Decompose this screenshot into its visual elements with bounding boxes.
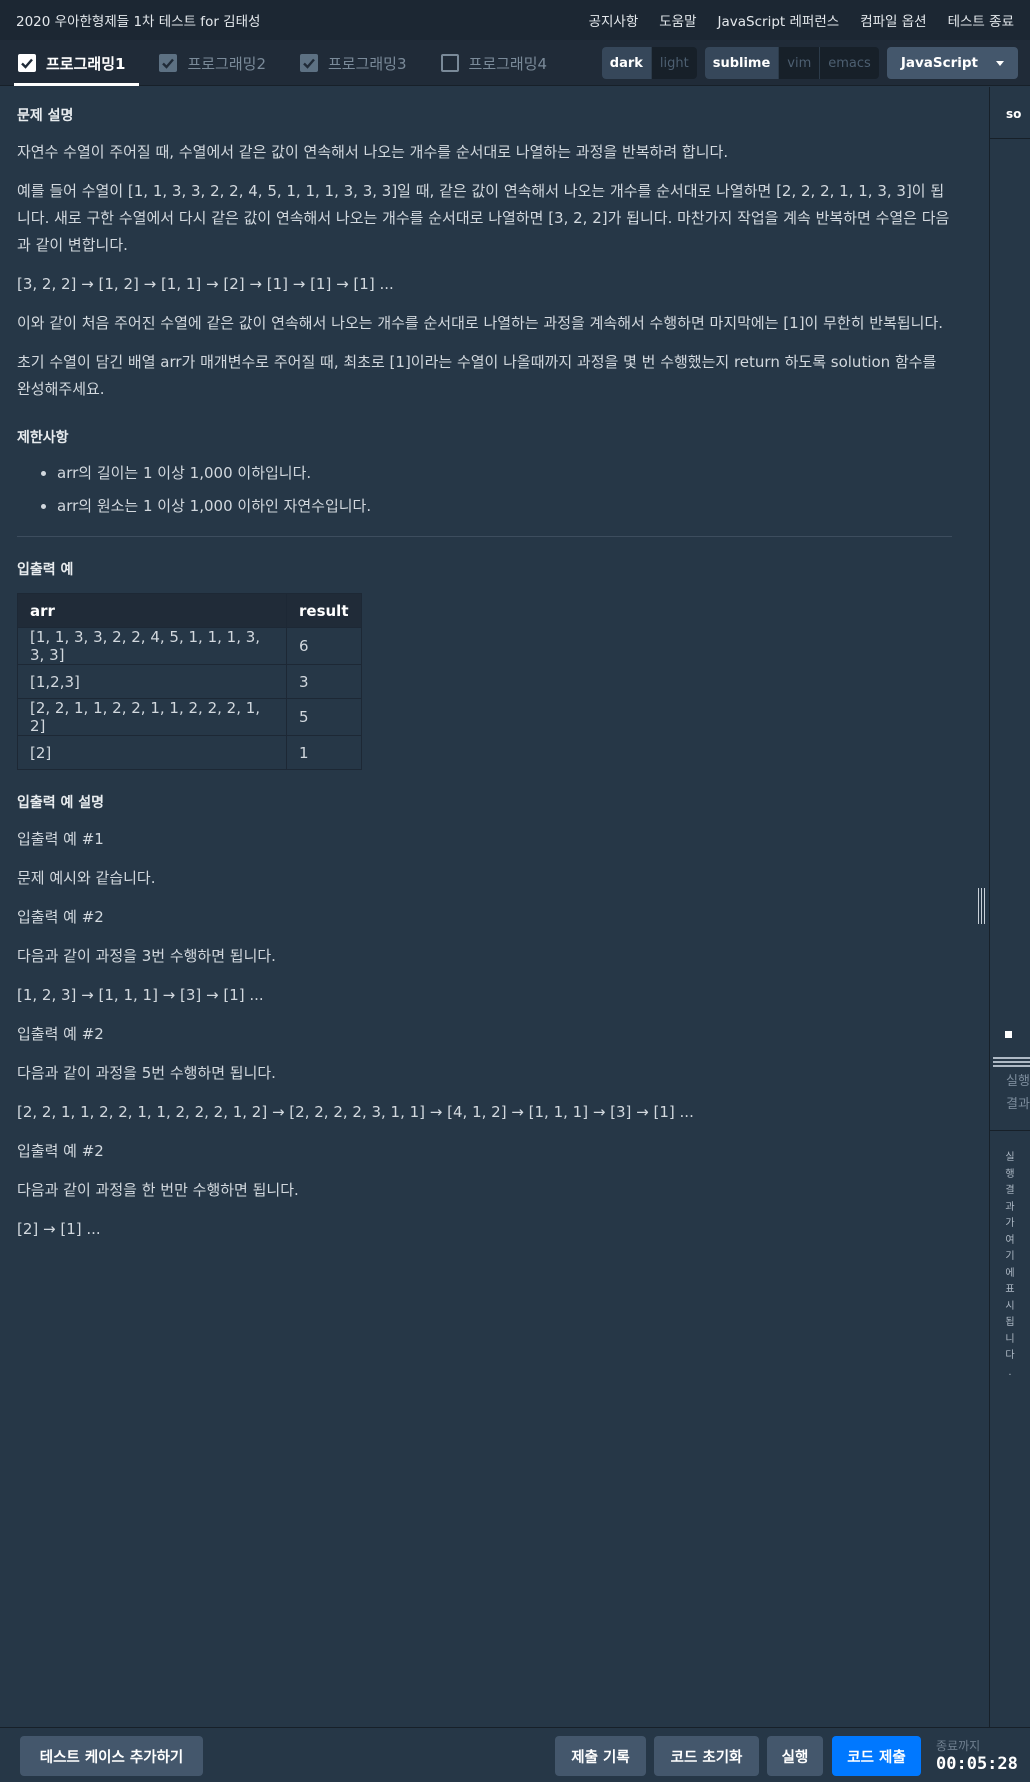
divider bbox=[990, 1130, 1030, 1131]
explanation-paragraph: [2] → [1] ... bbox=[17, 1220, 101, 1238]
tab-result[interactable]: 결과 bbox=[1006, 1093, 1030, 1112]
description-paragraph: 초기 수열이 담긴 배열 arr가 매개변수로 주어질 때, 최초로 [1]이라… bbox=[17, 353, 937, 398]
checkbox-checked-icon bbox=[159, 54, 178, 72]
table-cell: 5 bbox=[286, 698, 362, 736]
editor-panel: so 실행 결과 실행결과가여기에표시됩니다. bbox=[989, 87, 1030, 1727]
help-link[interactable]: 도움말 bbox=[659, 10, 696, 30]
keymap-sublime-option[interactable]: sublime bbox=[704, 47, 779, 79]
add-testcase-button[interactable]: 테스트 케이스 추가하기 bbox=[20, 1736, 203, 1776]
table-cell: 3 bbox=[286, 664, 362, 699]
language-dropdown[interactable]: JavaScript bbox=[886, 47, 1018, 79]
editor-header: so bbox=[990, 87, 1030, 139]
panel-resize-handle[interactable] bbox=[976, 888, 986, 924]
explanation-paragraph: 다음과 같이 과정을 5번 수행하면 됩니다. bbox=[17, 1064, 276, 1082]
description-paragraph: [3, 2, 2] → [1, 2] → [1, 1] → [2] → [1] … bbox=[17, 275, 394, 293]
table-cell: [1,2,3] bbox=[17, 664, 287, 699]
javascript-reference-link[interactable]: JavaScript 레퍼런스 bbox=[718, 10, 840, 30]
problem-description: 문제 설명 자연수 수열이 주어질 때, 수열에서 같은 값이 연속해서 나오는… bbox=[0, 87, 988, 1727]
constraints-heading: 제한사항 bbox=[17, 430, 69, 446]
problem-heading: 문제 설명 bbox=[17, 108, 74, 124]
tab-run[interactable]: 실행 bbox=[1006, 1070, 1030, 1089]
keymap-vim-option[interactable]: vim bbox=[778, 47, 819, 79]
test-title: 2020 우아한형제들 1차 테스트 for 김태성 bbox=[16, 14, 261, 30]
tab-programming-2[interactable]: 프로그래밍2 bbox=[141, 40, 282, 86]
explanation-paragraph: [2, 2, 1, 1, 2, 2, 1, 1, 2, 2, 2, 1, 2] … bbox=[17, 1103, 694, 1121]
problem-tab-bar: 프로그래밍1 프로그래밍2 프로그래밍3 프로그래밍4 dark light s… bbox=[0, 40, 1030, 86]
table-row: [1,2,3] 3 bbox=[17, 664, 362, 699]
end-test-link[interactable]: 테스트 종료 bbox=[948, 10, 1014, 30]
explanation-paragraph: 문제 예시와 같습니다. bbox=[17, 869, 156, 887]
cursor-marker bbox=[1005, 1031, 1012, 1038]
description-paragraph: 이와 같이 처음 주어진 수열에 같은 값이 연속해서 나오는 개수를 순서대로… bbox=[17, 314, 944, 332]
table-row: [2] 1 bbox=[17, 735, 362, 770]
explanation-paragraph: 입출력 예 #2 bbox=[17, 908, 104, 926]
explanation-paragraph: 입출력 예 #1 bbox=[17, 830, 104, 848]
bottom-action-bar: 테스트 케이스 추가하기 제출 기록 코드 초기화 실행 코드 제출 종료까지 … bbox=[0, 1727, 1030, 1782]
table-header-row: arr result bbox=[17, 593, 362, 628]
run-button[interactable]: 실행 bbox=[767, 1736, 823, 1776]
theme-dark-option[interactable]: dark bbox=[601, 47, 651, 79]
constraint-item: arr의 원소는 1 이상 1,000 이하인 자연수입니다. bbox=[57, 494, 952, 518]
description-paragraph: 자연수 수열이 주어질 때, 수열에서 같은 값이 연속해서 나오는 개수를 순… bbox=[17, 143, 729, 161]
theme-light-option[interactable]: light bbox=[650, 47, 697, 79]
checkbox-unchecked-icon bbox=[440, 54, 459, 72]
description-paragraph: 예를 들어 수열이 [1, 1, 3, 3, 2, 2, 4, 5, 1, 1,… bbox=[17, 182, 950, 254]
output-placeholder: 실행결과가여기에표시됩니다. bbox=[1005, 1152, 1015, 1378]
tab-programming-1[interactable]: 프로그래밍1 bbox=[0, 40, 141, 86]
constraints-list: arr의 길이는 1 이상 1,000 이하입니다. arr의 원소는 1 이상… bbox=[57, 461, 952, 518]
top-nav-links: 공지사항 도움말 JavaScript 레퍼런스 컴파일 옵션 테스트 종료 bbox=[589, 10, 1014, 30]
explanation-heading: 입출력 예 설명 bbox=[17, 795, 105, 811]
tab-programming-3[interactable]: 프로그래밍3 bbox=[282, 40, 423, 86]
table-cell: [1, 1, 3, 3, 2, 2, 4, 5, 1, 1, 1, 3, 3, … bbox=[17, 627, 287, 665]
column-header: arr bbox=[17, 593, 287, 628]
table-cell: 6 bbox=[286, 627, 362, 665]
constraint-item: arr의 길이는 1 이상 1,000 이하입니다. bbox=[57, 461, 952, 485]
top-nav: 2020 우아한형제들 1차 테스트 for 김태성 공지사항 도움말 Java… bbox=[0, 0, 1030, 40]
output-resize-handle[interactable] bbox=[993, 1057, 1030, 1069]
explanation-paragraph: 입출력 예 #2 bbox=[17, 1142, 104, 1160]
theme-toggle: dark light bbox=[601, 47, 697, 79]
table-cell: [2] bbox=[17, 735, 287, 770]
caret-down-icon bbox=[996, 60, 1004, 66]
reset-code-button[interactable]: 코드 초기화 bbox=[654, 1736, 759, 1776]
checkbox-checked-icon bbox=[18, 54, 36, 72]
language-label: JavaScript bbox=[900, 55, 978, 71]
tab-label: 프로그래밍2 bbox=[187, 54, 266, 73]
notice-link[interactable]: 공지사항 bbox=[589, 10, 639, 30]
examples-heading: 입출력 예 bbox=[17, 562, 74, 578]
submit-history-button[interactable]: 제출 기록 bbox=[555, 1736, 646, 1776]
tab-label: 프로그래밍4 bbox=[468, 54, 548, 73]
examples-table: arr result [1, 1, 3, 3, 2, 2, 4, 5, 1, 1… bbox=[17, 593, 362, 770]
table-cell: 1 bbox=[286, 735, 362, 770]
tab-programming-4[interactable]: 프로그래밍4 bbox=[423, 40, 564, 86]
submit-code-button[interactable]: 코드 제출 bbox=[832, 1736, 921, 1776]
tab-label: 프로그래밍3 bbox=[327, 54, 407, 73]
explanation-paragraph: 다음과 같이 과정을 한 번만 수행하면 됩니다. bbox=[17, 1181, 299, 1199]
timer-label: 종료까지 bbox=[936, 1739, 981, 1753]
keymap-emacs-option[interactable]: emacs bbox=[819, 47, 879, 79]
tab-label: 프로그래밍1 bbox=[46, 54, 126, 73]
explanation-paragraph: [1, 2, 3] → [1, 1, 1] → [3] → [1] ... bbox=[17, 986, 264, 1004]
table-row: [2, 2, 1, 1, 2, 2, 1, 1, 2, 2, 2, 1, 2] … bbox=[17, 698, 362, 736]
table-row: [1, 1, 3, 3, 2, 2, 4, 5, 1, 1, 1, 3, 3, … bbox=[17, 627, 362, 665]
keymap-toggle: sublime vim emacs bbox=[704, 47, 879, 79]
countdown-timer: 00:05:28 bbox=[936, 1754, 1018, 1774]
compile-options-link[interactable]: 컴파일 옵션 bbox=[860, 10, 926, 30]
checkbox-checked-icon bbox=[299, 54, 318, 72]
column-header: result bbox=[286, 593, 362, 628]
section-divider bbox=[17, 536, 952, 537]
table-cell: [2, 2, 1, 1, 2, 2, 1, 1, 2, 2, 2, 1, 2] bbox=[17, 698, 287, 736]
explanation-paragraph: 입출력 예 #2 bbox=[17, 1025, 104, 1043]
explanation-paragraph: 다음과 같이 과정을 3번 수행하면 됩니다. bbox=[17, 947, 276, 965]
